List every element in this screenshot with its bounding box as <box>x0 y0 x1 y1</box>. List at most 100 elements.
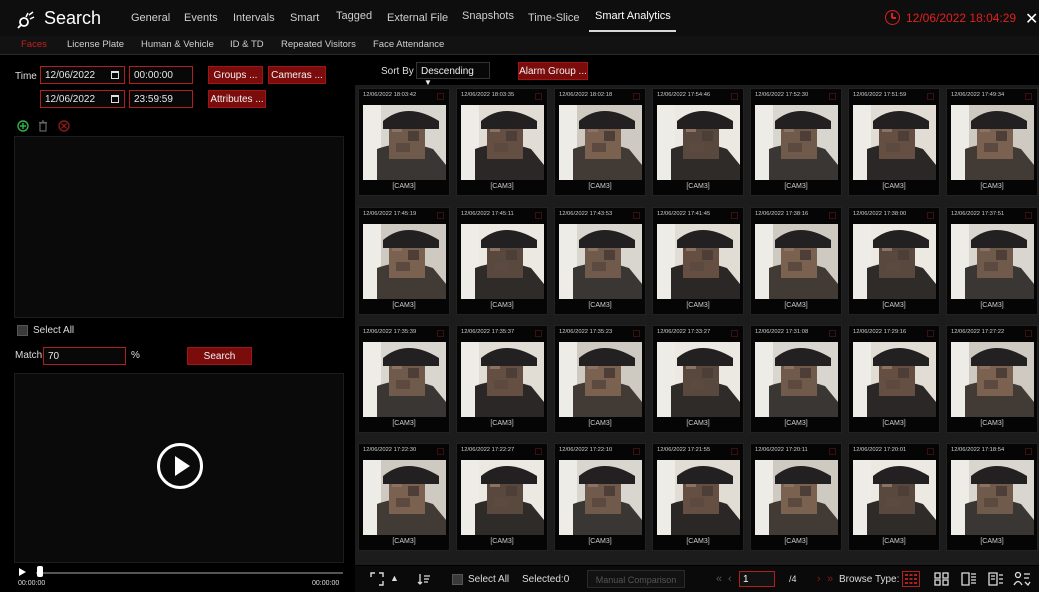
snapshot-thumbnail[interactable]: 12/06/2022 17:31:08 [CAM3] <box>750 325 842 433</box>
snapshot-thumbnail[interactable]: 12/06/2022 17:35:39 [CAM3] <box>358 325 450 433</box>
snapshot-thumbnail[interactable]: 12/06/2022 17:20:01 [CAM3] <box>848 443 940 551</box>
playback-timeline[interactable] <box>36 572 343 574</box>
snapshot-select-checkbox[interactable] <box>829 448 836 455</box>
timeline-handle[interactable] <box>37 566 43 577</box>
snapshot-select-checkbox[interactable] <box>633 330 640 337</box>
snapshot-thumbnail[interactable]: 12/06/2022 17:35:23 [CAM3] <box>554 325 646 433</box>
tab-events[interactable]: Events <box>184 12 218 24</box>
snapshot-select-checkbox[interactable] <box>927 448 934 455</box>
snapshot-select-checkbox[interactable] <box>1025 212 1032 219</box>
snapshot-select-checkbox[interactable] <box>829 93 836 100</box>
snapshot-select-checkbox[interactable] <box>1025 448 1032 455</box>
add-icon[interactable] <box>17 120 29 132</box>
snapshot-thumbnail[interactable]: 12/06/2022 17:37:51 [CAM3] <box>946 207 1038 315</box>
snapshot-select-checkbox[interactable] <box>829 212 836 219</box>
exit-fullscreen-icon[interactable] <box>370 572 384 586</box>
snapshot-select-checkbox[interactable] <box>535 448 542 455</box>
tab-general[interactable]: General <box>131 12 170 24</box>
first-page-icon[interactable]: « <box>716 573 722 585</box>
close-icon[interactable]: ✕ <box>1025 9 1038 29</box>
calendar-icon[interactable] <box>111 71 119 79</box>
grid-2x2-icon[interactable] <box>933 571 951 587</box>
subtab-repeated-visitors[interactable]: Repeated Visitors <box>281 39 356 50</box>
subtab-license-plate[interactable]: License Plate <box>67 39 124 50</box>
page-number-input[interactable]: 1 <box>739 571 775 587</box>
list-view-icon[interactable] <box>960 571 978 587</box>
snapshot-thumbnail[interactable]: 12/06/2022 17:43:53 [CAM3] <box>554 207 646 315</box>
search-button[interactable]: Search <box>187 347 252 365</box>
snapshot-select-checkbox[interactable] <box>437 93 444 100</box>
bottom-select-all-checkbox[interactable] <box>452 574 463 585</box>
next-page-icon[interactable]: › <box>817 573 821 585</box>
tab-smart-analytics[interactable]: Smart Analytics <box>595 10 671 22</box>
snapshot-thumbnail[interactable]: 12/06/2022 17:35:37 [CAM3] <box>456 325 548 433</box>
snapshot-select-checkbox[interactable] <box>829 330 836 337</box>
snapshot-thumbnail[interactable]: 12/06/2022 17:22:10 [CAM3] <box>554 443 646 551</box>
grid-3x3-icon[interactable] <box>902 571 920 587</box>
trash-icon[interactable] <box>38 120 48 132</box>
snapshot-thumbnail[interactable]: 12/06/2022 17:49:34 [CAM3] <box>946 88 1038 196</box>
tab-external-file[interactable]: External File <box>387 12 448 24</box>
snapshot-thumbnail[interactable]: 12/06/2022 17:52:30 [CAM3] <box>750 88 842 196</box>
snapshot-thumbnail[interactable]: 12/06/2022 17:22:27 [CAM3] <box>456 443 548 551</box>
match-input[interactable]: 70 <box>43 347 126 365</box>
snapshot-select-checkbox[interactable] <box>731 448 738 455</box>
snapshot-thumbnail[interactable]: 12/06/2022 17:38:16 [CAM3] <box>750 207 842 315</box>
sort-list-icon[interactable] <box>417 572 431 586</box>
sort-order-select[interactable]: Descending ▼ <box>416 62 490 87</box>
manual-comparison-button[interactable]: Manual Comparison <box>587 570 685 588</box>
snapshot-thumbnail[interactable]: 12/06/2022 17:18:54 [CAM3] <box>946 443 1038 551</box>
calendar-icon[interactable] <box>111 95 119 103</box>
snapshot-select-checkbox[interactable] <box>927 93 934 100</box>
end-time-field[interactable]: 23:59:59 <box>129 90 193 108</box>
delete-icon[interactable] <box>58 120 70 132</box>
snapshot-select-checkbox[interactable] <box>731 212 738 219</box>
snapshot-select-checkbox[interactable] <box>633 93 640 100</box>
play-icon[interactable] <box>157 443 203 489</box>
tab-intervals[interactable]: Intervals <box>233 12 275 24</box>
tab-snapshots[interactable]: Snapshots <box>462 10 514 22</box>
attributes-button[interactable]: Attributes ... <box>208 90 266 108</box>
snapshot-thumbnail[interactable]: 12/06/2022 18:03:35 [CAM3] <box>456 88 548 196</box>
prev-page-icon[interactable]: ‹ <box>728 573 732 585</box>
person-compare-icon[interactable] <box>1013 571 1031 587</box>
select-all-checkbox[interactable] <box>17 325 28 336</box>
subtab-faces[interactable]: Faces <box>21 39 47 50</box>
snapshot-thumbnail[interactable]: 12/06/2022 17:20:11 [CAM3] <box>750 443 842 551</box>
tab-time-slice[interactable]: Time-Slice <box>528 12 580 24</box>
snapshot-select-checkbox[interactable] <box>535 93 542 100</box>
snapshot-thumbnail[interactable]: 12/06/2022 17:29:16 [CAM3] <box>848 325 940 433</box>
collapse-up-icon[interactable]: ▲ <box>390 573 399 583</box>
snapshot-select-checkbox[interactable] <box>437 212 444 219</box>
snapshot-thumbnail[interactable]: 12/06/2022 17:45:19 [CAM3] <box>358 207 450 315</box>
snapshot-select-checkbox[interactable] <box>927 330 934 337</box>
snapshot-select-checkbox[interactable] <box>731 93 738 100</box>
snapshot-thumbnail[interactable]: 12/06/2022 18:03:42 [CAM3] <box>358 88 450 196</box>
subtab-human-vehicle[interactable]: Human & Vehicle <box>141 39 214 50</box>
snapshot-select-checkbox[interactable] <box>633 212 640 219</box>
snapshot-thumbnail[interactable]: 12/06/2022 17:33:27 [CAM3] <box>652 325 744 433</box>
snapshot-select-checkbox[interactable] <box>1025 330 1032 337</box>
snapshot-thumbnail[interactable]: 12/06/2022 17:54:46 [CAM3] <box>652 88 744 196</box>
start-time-field[interactable]: 00:00:00 <box>129 66 193 84</box>
subtab-id-td[interactable]: ID & TD <box>230 39 264 50</box>
snapshot-select-checkbox[interactable] <box>927 212 934 219</box>
snapshot-select-checkbox[interactable] <box>1025 93 1032 100</box>
snapshot-thumbnail[interactable]: 12/06/2022 17:45:11 [CAM3] <box>456 207 548 315</box>
snapshot-select-checkbox[interactable] <box>535 330 542 337</box>
alarm-group-button[interactable]: Alarm Group ... <box>518 62 588 80</box>
snapshot-thumbnail[interactable]: 12/06/2022 17:27:22 [CAM3] <box>946 325 1038 433</box>
snapshot-thumbnail[interactable]: 12/06/2022 17:51:59 [CAM3] <box>848 88 940 196</box>
last-page-icon[interactable]: » <box>827 573 833 585</box>
snapshot-select-checkbox[interactable] <box>633 448 640 455</box>
detail-view-icon[interactable] <box>987 571 1005 587</box>
snapshot-select-checkbox[interactable] <box>437 448 444 455</box>
face-image-list[interactable] <box>14 136 344 318</box>
snapshot-thumbnail[interactable]: 12/06/2022 18:02:18 [CAM3] <box>554 88 646 196</box>
tab-smart[interactable]: Smart <box>290 12 319 24</box>
snapshot-thumbnail[interactable]: 12/06/2022 17:22:30 [CAM3] <box>358 443 450 551</box>
snapshot-select-checkbox[interactable] <box>535 212 542 219</box>
playback-play-icon[interactable] <box>19 568 26 576</box>
snapshot-thumbnail[interactable]: 12/06/2022 17:41:45 [CAM3] <box>652 207 744 315</box>
subtab-face-attendance[interactable]: Face Attendance <box>373 39 444 50</box>
